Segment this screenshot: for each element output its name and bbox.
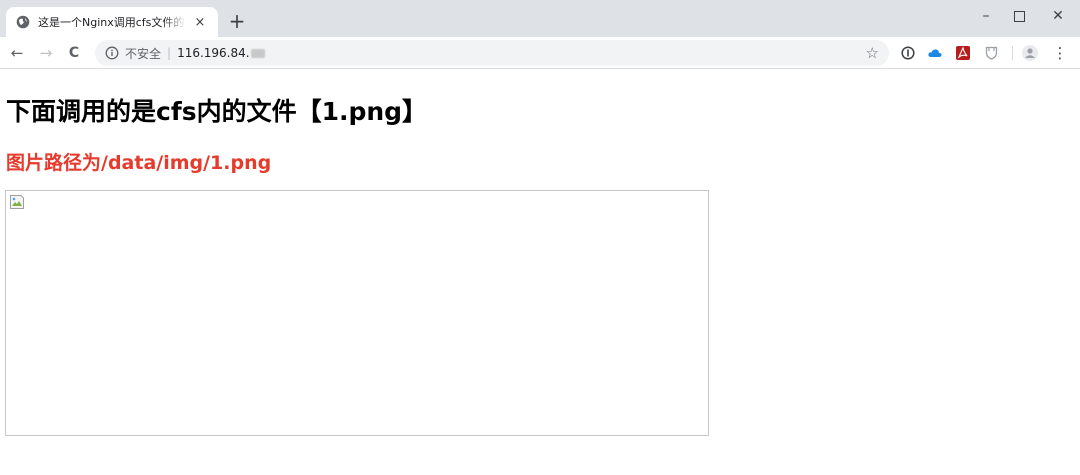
menu-icon[interactable]: ⋮ bbox=[1048, 41, 1072, 65]
url-separator: | bbox=[167, 46, 172, 60]
info-icon[interactable] bbox=[105, 46, 119, 60]
new-tab-button[interactable]: + bbox=[226, 10, 248, 32]
tab-strip: 这是一个Nginx调用cfs文件的示 × + – ✕ bbox=[0, 0, 1080, 37]
toolbar-divider bbox=[1012, 46, 1013, 60]
url-text[interactable]: 116.196.84. bbox=[177, 46, 250, 60]
maximize-button[interactable] bbox=[999, 3, 1039, 29]
url-redacted bbox=[250, 48, 265, 58]
info-circle-icon[interactable] bbox=[900, 45, 916, 61]
tab-title: 这是一个Nginx调用cfs文件的示 bbox=[38, 16, 186, 29]
page-subheading: 图片路径为/data/img/1.png bbox=[6, 152, 272, 174]
page-content: 下面调用的是cfs内的文件【1.png】 图片路径为/data/img/1.pn… bbox=[0, 70, 1080, 475]
maximize-icon bbox=[1013, 10, 1025, 22]
forward-button[interactable]: → bbox=[34, 41, 58, 65]
security-label[interactable]: 不安全 bbox=[125, 45, 161, 62]
reload-button[interactable]: C bbox=[62, 41, 86, 65]
back-button[interactable]: ← bbox=[5, 41, 29, 65]
pdf-icon[interactable] bbox=[955, 45, 971, 61]
embedded-image bbox=[5, 190, 709, 436]
shield-icon[interactable] bbox=[983, 45, 999, 61]
cloud-icon[interactable] bbox=[927, 45, 943, 61]
broken-image-icon bbox=[10, 195, 24, 209]
browser-tab[interactable]: 这是一个Nginx调用cfs文件的示 × bbox=[6, 7, 218, 37]
tab-close-icon[interactable]: × bbox=[192, 14, 208, 30]
browser-toolbar: ← → C 不安全 | 116.196.84. ☆ ⋮ bbox=[0, 37, 1080, 69]
profile-avatar-icon[interactable] bbox=[1022, 45, 1038, 61]
close-window-button[interactable]: ✕ bbox=[1038, 3, 1078, 29]
page-heading: 下面调用的是cfs内的文件【1.png】 bbox=[6, 97, 428, 126]
bookmark-star-icon[interactable]: ☆ bbox=[866, 44, 879, 62]
globe-icon bbox=[16, 15, 30, 29]
address-bar[interactable]: 不安全 | 116.196.84. ☆ bbox=[95, 40, 889, 66]
